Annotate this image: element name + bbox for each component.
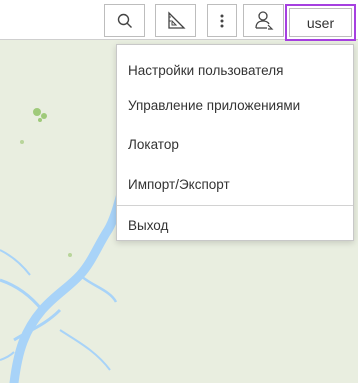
top-toolbar: user [0,0,358,41]
vegetation [41,113,47,119]
more-button[interactable] [207,4,237,37]
vegetation [20,140,24,144]
more-vertical-icon [220,14,224,27]
vegetation [68,253,72,257]
vegetation [33,108,41,116]
river-branch [0,351,15,361]
user-menu-button[interactable]: user [285,4,356,41]
river-branch [0,249,31,276]
menu-item-import-export[interactable]: Импорт/Экспорт [117,169,353,199]
user-label: user [289,8,352,37]
river [9,185,127,383]
menu-item-logout[interactable]: Выход [117,210,353,240]
menu-item-user-settings[interactable]: Настройки пользователя [117,55,353,85]
menu-item-app-management[interactable]: Управление приложениями [117,90,353,120]
river-branch [59,329,111,371]
river-branch [0,278,44,311]
measure-button[interactable] [155,4,196,37]
search-icon [117,13,132,28]
river-branch [79,274,118,303]
menu-item-locator[interactable]: Локатор [117,129,353,159]
vegetation [38,118,42,122]
search-button[interactable] [104,4,145,37]
menu-divider [117,205,353,206]
user-dropdown-menu: Настройки пользователя Управление прилож… [116,44,354,241]
measure-ruler-icon [167,10,186,29]
user-account-icon [254,10,273,30]
user-account-button[interactable] [243,4,284,37]
